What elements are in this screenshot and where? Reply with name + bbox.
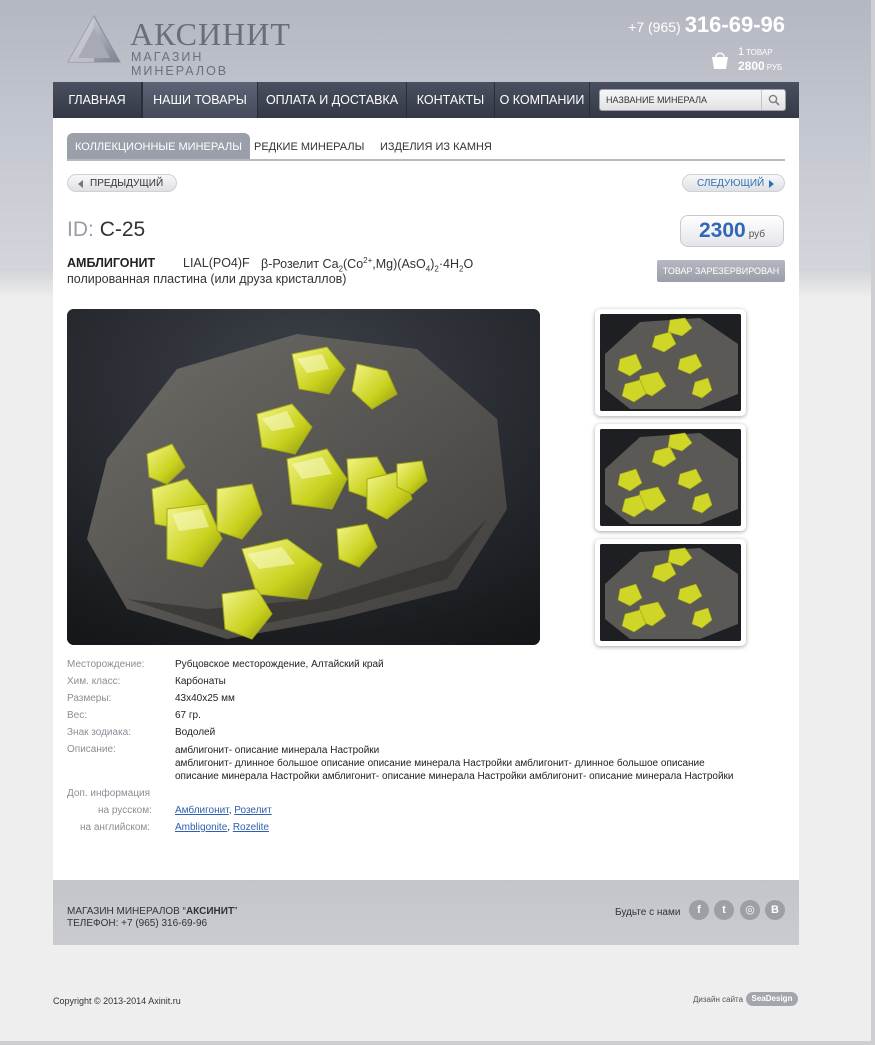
- footer: МАГАЗИН МИНЕРАЛОВ “АКСИНИТ” ТЕЛЕФОН: +7 …: [53, 880, 799, 945]
- content-panel: КОЛЛЕКЦИОННЫЕ МИНЕРАЛЫ РЕДКИЕ МИНЕРАЛЫ И…: [53, 118, 799, 880]
- thumbnail-image: [600, 314, 741, 411]
- price-value: 2300: [698, 219, 746, 242]
- footer-shop-name: МАГАЗИН МИНЕРАЛОВ “АКСИНИТ”: [67, 906, 238, 917]
- search-button[interactable]: [761, 90, 785, 110]
- link-ambligonite-en[interactable]: Ambligonite: [175, 822, 227, 833]
- cart-widget[interactable]: 1 товар 2800 руб: [710, 44, 790, 76]
- prev-button[interactable]: ПРЕДЫДУЩИЙ: [67, 174, 177, 192]
- nav-item-products[interactable]: НАШИ ТОВАРЫ: [142, 82, 258, 118]
- thumbnail[interactable]: [595, 424, 746, 531]
- mineral-name: АМБЛИГОНИТ: [67, 256, 156, 270]
- tab-rare-minerals[interactable]: РЕДКИЕ МИНЕРАЛЫ: [254, 133, 364, 159]
- product-id: ID: С-25: [67, 218, 146, 241]
- footer-phone: ТЕЛЕФОН: +7 (965) 316-69-96: [67, 918, 208, 929]
- copyright: Copyright © 2013-2014 Axinit.ru: [53, 996, 181, 1006]
- cart-sum: 2800 руб: [738, 59, 783, 73]
- thumbnail[interactable]: [595, 539, 746, 646]
- facebook-icon[interactable]: f: [689, 900, 709, 920]
- thumbnail-image: [600, 429, 741, 526]
- mineral-photo-image: [67, 309, 540, 645]
- main-photo[interactable]: [67, 309, 540, 645]
- instagram-icon[interactable]: ◎: [740, 900, 760, 920]
- description-line: описание минерала Настройки амблигонит- …: [175, 771, 734, 782]
- link-rozelite-en[interactable]: Rozelite: [233, 822, 269, 833]
- description-line: амблигонит- длинное большое описание опи…: [175, 758, 705, 769]
- social-label: Будьте с нами: [615, 907, 681, 918]
- cart-count: 1 товар: [738, 46, 773, 58]
- nav-item-home[interactable]: ГЛАВНАЯ: [53, 82, 142, 118]
- design-credit-badge[interactable]: SeaDesign: [746, 992, 798, 1006]
- link-ambligonite-ru[interactable]: Амблигонит: [175, 805, 229, 816]
- search-box: [599, 89, 786, 111]
- nav-item-about[interactable]: О КОМПАНИИ: [495, 82, 590, 118]
- logo[interactable]: АКСИНИТ МАГАЗИН МИНЕРАЛОВ: [66, 14, 306, 78]
- thumbnail[interactable]: [595, 309, 746, 416]
- search-icon: [768, 94, 780, 106]
- nav-item-payment-delivery[interactable]: ОПЛАТА И ДОСТАВКА: [258, 82, 407, 118]
- category-tabs: КОЛЛЕКЦИОННЫЕ МИНЕРАЛЫ РЕДКИЕ МИНЕРАЛЫ И…: [67, 133, 785, 161]
- search-input[interactable]: [606, 93, 756, 107]
- price-currency: руб: [748, 229, 765, 240]
- logo-pyramid-icon: [67, 14, 121, 63]
- phone-number: 316-69-96: [684, 12, 785, 37]
- phone-prefix: +7 (965): [628, 19, 681, 35]
- description-line: амблигонит- описание минерала Настройки: [175, 745, 380, 756]
- twitter-icon[interactable]: t: [714, 900, 734, 920]
- mineral-formula-secondary: β-Розелит Ca2(Co2+,Mg)(AsO4)2·4H2O: [261, 256, 474, 274]
- tab-stone-products[interactable]: ИЗДЕЛИЯ ИЗ КАМНЯ: [380, 133, 492, 159]
- main-nav: ГЛАВНАЯ НАШИ ТОВАРЫ ОПЛАТА И ДОСТАВКА КО…: [53, 82, 799, 118]
- price-badge: 2300 руб: [680, 215, 784, 247]
- next-button[interactable]: СЛЕДУЮЩИЙ: [682, 174, 785, 192]
- nav-item-contacts[interactable]: КОНТАКТЫ: [407, 82, 495, 118]
- link-rozelite-ru[interactable]: Розелит: [234, 805, 271, 816]
- design-credit-label: Дизайн сайта: [693, 995, 744, 1004]
- thumbnail-image: [600, 544, 741, 641]
- mineral-formula: LIAL(PO4)F: [183, 256, 250, 270]
- shopping-bag-icon: [712, 52, 728, 69]
- tab-collection-minerals[interactable]: КОЛЛЕКЦИОННЫЕ МИНЕРАЛЫ: [67, 133, 251, 159]
- header-phone: +7 (965) 316-69-96: [628, 12, 785, 38]
- logo-subtitle: МАГАЗИН МИНЕРАЛОВ: [131, 50, 229, 78]
- reserved-button[interactable]: ТОВАР ЗАРЕЗЕРВИРОВАН: [657, 260, 785, 282]
- blog-icon[interactable]: B: [765, 900, 785, 920]
- mineral-short-description: полированная пластина (или друза кристал…: [67, 272, 347, 286]
- logo-title: АКСИНИТ: [130, 16, 291, 52]
